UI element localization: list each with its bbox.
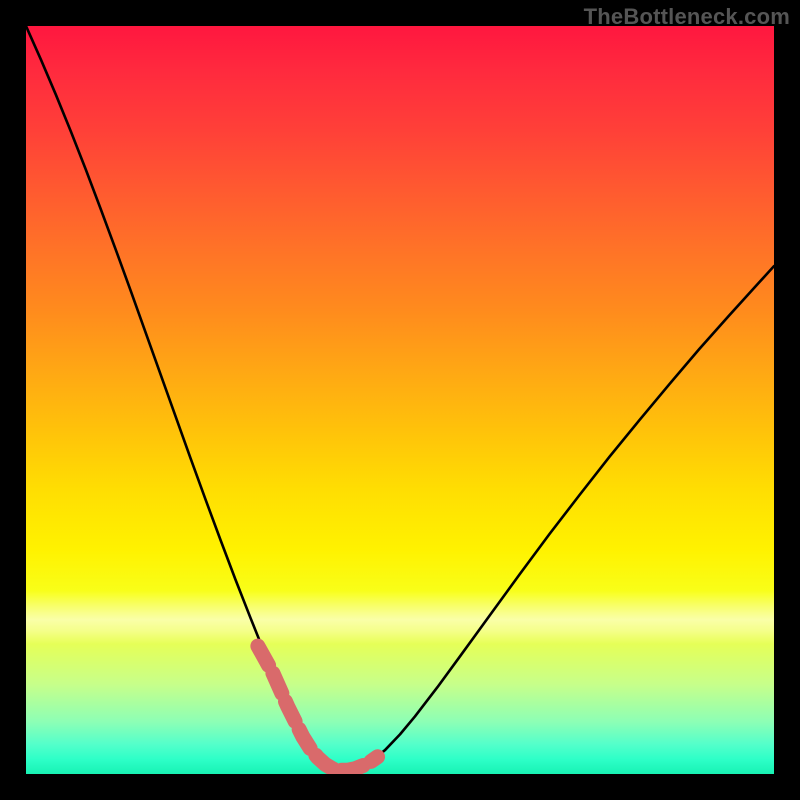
bottleneck-curve (26, 26, 774, 770)
plot-area (26, 26, 774, 774)
chart-frame: TheBottleneck.com (0, 0, 800, 800)
optimal-region-marker (258, 646, 378, 770)
bottleneck-curve-svg (26, 26, 774, 774)
watermark-text: TheBottleneck.com (584, 4, 790, 30)
